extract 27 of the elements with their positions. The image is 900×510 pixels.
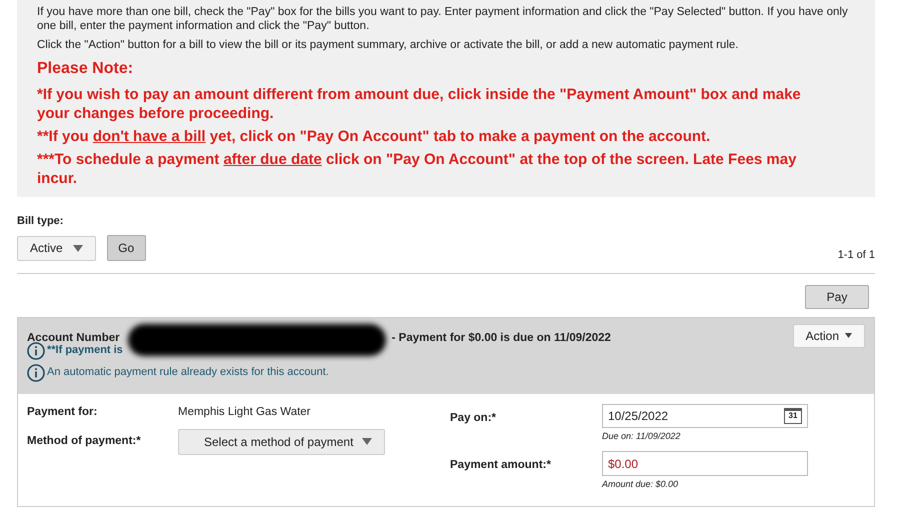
instruction-text: Click the "Action" button for a bill to view the bill or its payment summary, archive or activate the bill, or add a new automatic payment rule. — [37, 38, 740, 52]
go-button[interactable]: Go — [106, 234, 146, 260]
pay-button[interactable]: Pay — [805, 284, 869, 308]
payment-for-label: Payment for: — [27, 404, 98, 420]
amount-due-text: Amount due: $0.00 — [602, 478, 680, 491]
note-text: ***To schedule a payment after due date click on "Pay On Account" at the top of the screen. Late Fees may incur. — [37, 150, 798, 188]
due-on-text: Due on: 11/09/2022 — [602, 430, 682, 442]
account-number-label: Account Number — [27, 330, 120, 345]
calendar-icon[interactable]: 31 — [784, 408, 802, 424]
payment-amount-field[interactable]: $0.00 — [602, 451, 808, 476]
note-text: *If you wish to pay an amount different from amount due, click inside the "Payment Amount" box and make your changes before proceeding. — [37, 85, 802, 123]
payment-method-dropdown[interactable]: Select a method of payment — [178, 428, 385, 455]
payment-for-value: Memphis Light Gas Water — [178, 404, 311, 420]
pay-on-label: Pay on:* — [450, 410, 498, 426]
payment-amount-label: Payment amount:* — [450, 458, 552, 473]
late-fee-warning: **If payment is — [47, 343, 123, 358]
note-text: **If you don't have a bill yet, click on "Pay On Account" tab to make a payment on the account. — [37, 127, 712, 146]
pay-on-field[interactable]: 10/25/2022 31 — [602, 404, 808, 428]
result-count: 1-1 of 1 — [838, 248, 875, 263]
auto-rule-notice: An automatic payment rule already exists for this account. — [47, 365, 329, 380]
note-title: Please Note: — [37, 59, 134, 79]
instruction-text: If you have more than one bill, check the "Pay" box for the bills you want to pay. Enter payment information and click the "Pay Selected" button. If you have only one bill, enter the payment information and click the "Pay" button. — [37, 5, 849, 33]
due-text: - Payment for $0.00 is due on 11/09/2022 — [392, 330, 611, 346]
method-label: Method of payment:* — [27, 434, 142, 450]
bill-type-label: Bill type: — [17, 214, 64, 229]
bill-type-dropdown[interactable]: Active — [17, 236, 96, 260]
action-button[interactable]: Action — [792, 324, 865, 348]
